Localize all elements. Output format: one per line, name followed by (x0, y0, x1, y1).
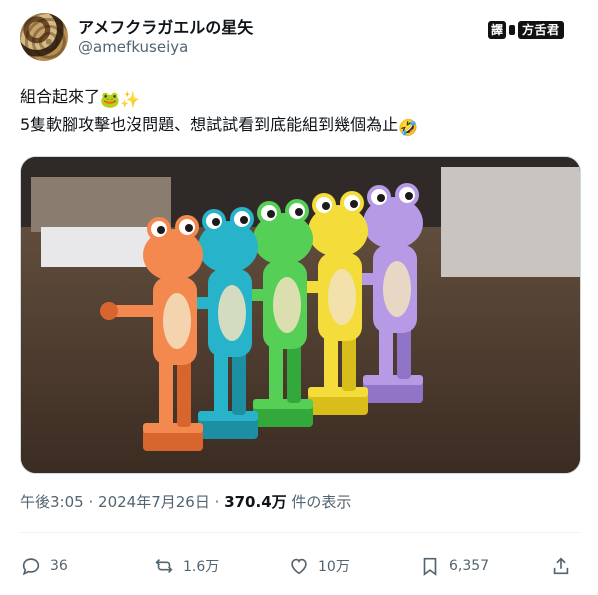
reply-count: 36 (50, 558, 68, 574)
figure-leg (159, 357, 173, 427)
figure-leg (379, 325, 393, 379)
like-count: 10万 (318, 559, 350, 575)
figure-leg (324, 333, 338, 391)
figure-base-top (253, 399, 313, 409)
tweet-line-1: 組合起來了🐸✨ (20, 84, 580, 112)
author-handle[interactable]: @amefkuseiya (78, 38, 188, 56)
tweet-photo[interactable] (20, 156, 581, 474)
action-bar: 36 1.6万 10万 6,357 (20, 550, 580, 582)
views-label: 件の表示 (291, 493, 352, 511)
figure-leg (397, 325, 411, 379)
figure-pupil (405, 192, 413, 200)
figure-base-top (143, 423, 203, 433)
reply-icon (22, 558, 40, 576)
repost-button[interactable]: 1.6万 (153, 550, 219, 582)
figure-pupil (212, 218, 220, 226)
tweet-time[interactable]: 午後3:05 (20, 493, 84, 511)
figure-belly (273, 277, 301, 333)
frog-figures-photo (21, 157, 580, 473)
translate-separator-icon (509, 25, 516, 35)
figure-pupil (267, 210, 275, 218)
figure-pupil (295, 208, 303, 216)
figure-pupil (322, 202, 330, 210)
figure-pupil (350, 200, 358, 208)
tweet-line-2: 5隻軟腳攻擊也沒問題、想試試看到底能組到幾個為止🤣 (20, 112, 580, 140)
figure-pupil (157, 226, 165, 234)
lego-baseplate (41, 227, 151, 267)
tweet-line-1-text: 組合起來了 (20, 87, 101, 106)
repost-count: 1.6万 (183, 559, 220, 575)
views-count[interactable]: 370.4万 (224, 493, 286, 511)
meta-separator: · (214, 493, 220, 511)
share-button[interactable] (550, 550, 572, 582)
figure-leg (287, 341, 301, 403)
heart-icon (291, 558, 307, 575)
share-icon (553, 557, 569, 575)
background-paper (441, 167, 580, 277)
figure-belly (328, 269, 356, 325)
like-button[interactable]: 10万 (288, 550, 350, 582)
repost-icon (155, 558, 173, 574)
figure-belly (218, 285, 246, 341)
translation-badge[interactable]: 譯 方舌君 (488, 19, 564, 41)
translate-label: 譯 (488, 21, 507, 39)
bookmark-icon (423, 557, 437, 576)
figure-hand (100, 302, 118, 320)
figure-arm (111, 305, 161, 317)
meta-separator: · (88, 493, 94, 511)
frog-sparkle-emoji: 🐸✨ (100, 90, 140, 109)
figure-leg (214, 349, 228, 415)
figure-base-top (198, 411, 258, 421)
rofl-emoji: 🤣 (398, 118, 419, 137)
figure-belly (163, 293, 191, 349)
figure-base-top (308, 387, 368, 397)
figure-leg (177, 357, 191, 427)
translate-brand: 方舌君 (518, 21, 564, 39)
tweet-date[interactable]: 2024年7月26日 (98, 493, 210, 511)
bookmark-button[interactable]: 6,357 (419, 550, 489, 582)
figure-leg (342, 333, 356, 391)
figure-pupil (240, 216, 248, 224)
figure-leg (232, 349, 246, 415)
divider (20, 532, 580, 533)
figure-belly (383, 261, 411, 317)
figure-pupil (185, 224, 193, 232)
figure-base-top (363, 375, 423, 385)
figure-leg (269, 341, 283, 403)
tweet-text: 組合起來了🐸✨ 5隻軟腳攻擊也沒問題、想試試看到底能組到幾個為止🤣 (20, 84, 580, 140)
reply-button[interactable]: 36 (20, 550, 68, 582)
figure-pupil (377, 194, 385, 202)
bookmark-count: 6,357 (449, 558, 490, 574)
tweet-line-2-text: 5隻軟腳攻擊也沒問題、想試試看到底能組到幾個為止 (20, 115, 399, 134)
avatar[interactable] (20, 13, 68, 61)
author-display-name[interactable]: アメフクラガエルの星矢 (78, 14, 253, 38)
tweet-metadata: 午後3:05 · 2024年7月26日 · 370.4万 件の表示 (20, 491, 351, 512)
